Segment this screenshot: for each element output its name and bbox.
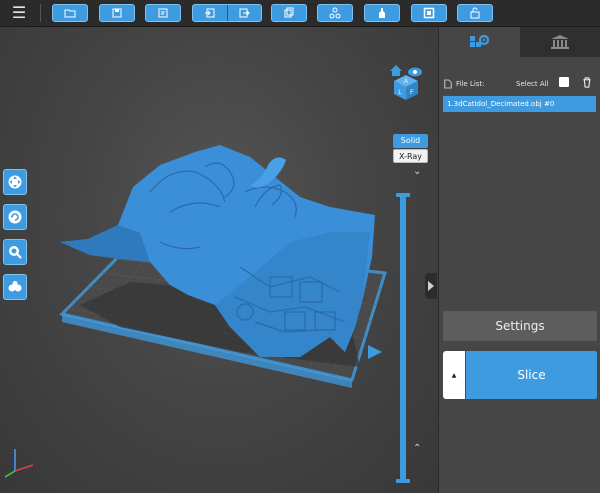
eye-pupil [413, 70, 417, 74]
slider-down-chevron-icon[interactable]: ⌃ [413, 443, 421, 454]
slider-up-chevron-icon[interactable]: ⌄ [413, 166, 421, 177]
view-tools [3, 169, 27, 309]
select-all-label: Select All [516, 80, 549, 88]
top-toolbar: ☰ [0, 0, 600, 27]
rotate-icon [8, 210, 22, 224]
copy-icon [284, 7, 294, 18]
hollow-button[interactable] [364, 4, 400, 22]
support-button[interactable] [317, 4, 353, 22]
y-axis [4, 470, 16, 478]
settings-button[interactable]: Settings [443, 311, 597, 341]
slice-controls: ▲ Slice [443, 351, 597, 399]
select-all-checkbox[interactable] [559, 77, 569, 87]
folder-icon [64, 9, 76, 18]
open-file-button[interactable] [52, 4, 88, 22]
edit-model-button[interactable] [145, 4, 181, 22]
edit-icon [158, 8, 168, 18]
file-icon [444, 79, 452, 89]
lock-button[interactable] [457, 4, 493, 22]
import-icon [204, 8, 215, 18]
cubes-gear-icon [470, 34, 490, 47]
temple-icon [550, 35, 569, 49]
support-icon [329, 7, 341, 19]
zoom-icon [9, 246, 22, 259]
layers-tool[interactable] [3, 274, 27, 300]
cube-front-label: F [410, 90, 414, 96]
move-tool[interactable] [3, 169, 27, 195]
export-button[interactable] [226, 5, 262, 21]
rotate-tool[interactable] [3, 204, 27, 230]
toolbar-separator [40, 4, 41, 22]
view-cube[interactable]: A L F [388, 63, 424, 101]
plate-arrow [368, 345, 382, 359]
zoom-tool[interactable] [3, 239, 27, 265]
tab-support-structures[interactable] [519, 27, 600, 57]
layer-slider-top-handle[interactable] [396, 193, 410, 197]
file-list-item[interactable]: 1.3dCatIdol_Decimated.obj #0 [443, 96, 596, 112]
home-icon [390, 65, 402, 76]
frame-icon [423, 7, 435, 19]
frame-button[interactable] [411, 4, 447, 22]
lock-icon [470, 7, 480, 19]
x-axis [14, 464, 34, 472]
bottle-icon [379, 8, 385, 18]
menu-icon[interactable]: ☰ [8, 3, 30, 23]
solid-mode-button[interactable]: Solid [393, 134, 428, 148]
save-icon [112, 8, 122, 18]
export-icon [239, 8, 250, 18]
file-list-label: File List: [456, 80, 485, 88]
3d-viewport[interactable]: A L F Solid X-Ray ⌄ ⌃ [0, 27, 438, 493]
panel-tabs [439, 27, 600, 57]
tab-model-settings[interactable] [439, 27, 520, 57]
cube-top-label: A [404, 79, 408, 85]
build-plate-scene [59, 145, 387, 388]
file-list-header: File List: Select All [444, 77, 596, 91]
save-button[interactable] [99, 4, 135, 22]
layer-slider[interactable] [396, 193, 410, 483]
import-export-group [192, 4, 262, 22]
axis-gizmo [4, 449, 34, 478]
layers-icon [8, 281, 22, 292]
import-button[interactable] [193, 5, 227, 21]
xray-mode-button[interactable]: X-Ray [393, 149, 428, 163]
duplicate-button[interactable] [271, 4, 307, 22]
slice-button[interactable]: Slice [466, 351, 597, 399]
panel-collapse-toggle[interactable] [425, 273, 437, 299]
move-icon [8, 175, 22, 189]
right-panel: File List: Select All 1.3dCatIdol_Decima… [438, 27, 600, 493]
layer-slider-bottom-handle[interactable] [396, 479, 410, 483]
trash-icon[interactable] [582, 77, 592, 88]
slice-options-toggle[interactable]: ▲ [443, 351, 465, 399]
